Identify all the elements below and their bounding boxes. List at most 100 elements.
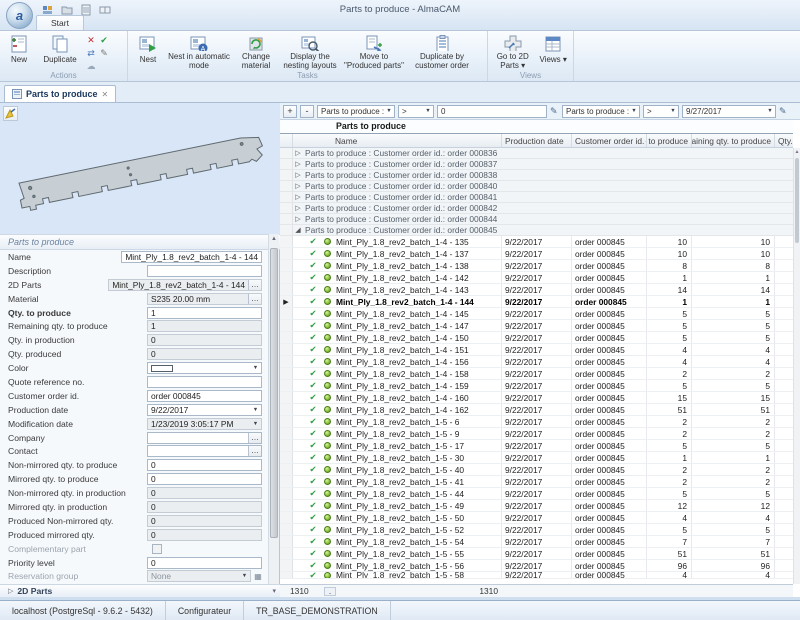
- ellipsis-button[interactable]: …: [248, 280, 261, 290]
- filter-field1-select[interactable]: Parts to produce : Re...▼: [317, 105, 395, 118]
- field-modification-date[interactable]: 1/23/2019 3:05:17 PM▼: [147, 418, 262, 430]
- chevron-down-icon[interactable]: ▼: [250, 365, 261, 371]
- field-production-date[interactable]: 9/22/2017▼: [147, 404, 262, 416]
- group-row[interactable]: ◢Parts to produce : Customer order id.: …: [280, 225, 793, 236]
- table-row[interactable]: ▶✔Mint_Ply_1.8_rev2_batch_1-4 - 1449/22/…: [280, 296, 793, 308]
- table-row[interactable]: ✔Mint_Ply_1.8_rev2_batch_1-5 - 179/22/20…: [280, 440, 793, 452]
- table-row[interactable]: ✔Mint_Ply_1.8_rev2_batch_1-5 - 419/22/20…: [280, 476, 793, 488]
- column-header-qty-to-produce[interactable]: Qty. to produce: [647, 134, 692, 147]
- scroll-up-icon[interactable]: ▲: [269, 234, 279, 244]
- table-row[interactable]: ✔Mint_Ply_1.8_rev2_batch_1-4 - 1569/22/2…: [280, 356, 793, 368]
- move-to-produced-parts-button[interactable]: Move to "Produced parts": [341, 33, 407, 71]
- grid-scroll-thumb[interactable]: [795, 158, 799, 243]
- field-2d-parts[interactable]: Mint_Ply_1.8_rev2_batch_1-4 - 144…: [108, 279, 262, 291]
- filter-op2-select[interactable]: >▼: [643, 105, 679, 118]
- table-row[interactable]: ✔Mint_Ply_1.8_rev2_batch_1-5 - 549/22/20…: [280, 536, 793, 548]
- table-row[interactable]: ✔Mint_Ply_1.8_rev2_batch_1-5 - 99/22/201…: [280, 428, 793, 440]
- table-row[interactable]: ✔Mint_Ply_1.8_rev2_batch_1-5 - 309/22/20…: [280, 452, 793, 464]
- table-row[interactable]: ✔Mint_Ply_1.8_rev2_batch_1-5 - 589/22/20…: [280, 572, 793, 579]
- preview-edit-button[interactable]: [3, 106, 18, 121]
- field-description[interactable]: [147, 265, 262, 277]
- filter-op1-select[interactable]: >▼: [398, 105, 434, 118]
- table-row[interactable]: ✔Mint_Ply_1.8_rev2_batch_1-4 - 1429/22/2…: [280, 272, 793, 284]
- remove-filter-button[interactable]: -: [300, 105, 314, 118]
- edit-icon[interactable]: ✎: [98, 48, 110, 60]
- refresh-icon[interactable]: ⇄: [85, 48, 97, 60]
- field-priority-level[interactable]: 0: [147, 557, 262, 569]
- table-row[interactable]: ✔Mint_Ply_1.8_rev2_batch_1-5 - 559/22/20…: [280, 548, 793, 560]
- field-company[interactable]: …: [147, 432, 262, 444]
- edit-filter2-icon[interactable]: ✎: [779, 106, 788, 117]
- ellipsis-button[interactable]: …: [248, 294, 261, 304]
- expand-icon[interactable]: ▷: [293, 204, 303, 212]
- ellipsis-button[interactable]: …: [248, 433, 261, 443]
- filter-value1-input[interactable]: 0: [437, 105, 547, 118]
- table-row[interactable]: ✔Mint_Ply_1.8_rev2_batch_1-4 - 1629/22/2…: [280, 404, 793, 416]
- group-row[interactable]: ▷Parts to produce : Customer order id.: …: [280, 214, 793, 225]
- form-scroll-thumb[interactable]: [270, 248, 278, 538]
- scroll-up-icon[interactable]: ▲: [794, 148, 800, 156]
- close-tab-icon[interactable]: ✕: [102, 90, 109, 99]
- group-row[interactable]: ▷Parts to produce : Customer order id.: …: [280, 181, 793, 192]
- delete-icon[interactable]: ✕: [85, 35, 97, 47]
- column-header-production-date[interactable]: Production date: [502, 134, 572, 147]
- field-reservation-group[interactable]: None▼: [147, 570, 251, 582]
- field-name[interactable]: Mint_Ply_1.8_rev2_batch_1-4 - 144: [121, 251, 262, 263]
- group-row[interactable]: ▷Parts to produce : Customer order id.: …: [280, 170, 793, 181]
- tab-parts-to-produce[interactable]: Parts to produce ✕: [4, 85, 116, 102]
- table-row[interactable]: ✔Mint_Ply_1.8_rev2_batch_1-4 - 1459/22/2…: [280, 308, 793, 320]
- table-row[interactable]: ✔Mint_Ply_1.8_rev2_batch_1-5 - 499/22/20…: [280, 500, 793, 512]
- ribbon-tab-start[interactable]: Start: [36, 15, 84, 30]
- field-non-mirrored-qty-to-produce[interactable]: 0: [147, 459, 262, 471]
- expand-icon[interactable]: ▷: [293, 215, 303, 223]
- duplicate-by-customer-order-button[interactable]: Duplicate by customer order: [409, 33, 475, 71]
- expand-icon[interactable]: ▷: [293, 149, 303, 157]
- column-header-customer-order-id[interactable]: Customer order id.▲: [572, 134, 647, 147]
- chevron-down-icon[interactable]: ▼: [629, 108, 639, 114]
- form-scrollbar[interactable]: ▲: [268, 234, 279, 584]
- filter-field2-select[interactable]: Parts to produce : Mo...▼: [562, 105, 640, 118]
- duplicate-button[interactable]: Duplicate: [37, 33, 83, 71]
- table-row[interactable]: ✔Mint_Ply_1.8_rev2_batch_1-5 - 569/22/20…: [280, 560, 793, 572]
- table-row[interactable]: ✔Mint_Ply_1.8_rev2_batch_1-4 - 1389/22/2…: [280, 260, 793, 272]
- group-row[interactable]: ▷Parts to produce : Customer order id.: …: [280, 148, 793, 159]
- expand-icon[interactable]: ▷: [8, 587, 13, 595]
- expand-icon[interactable]: ▷: [293, 160, 303, 168]
- chevron-down-icon[interactable]: ▼: [250, 421, 261, 427]
- field-quote-reference-no-[interactable]: [147, 376, 262, 388]
- group-row[interactable]: ▷Parts to produce : Customer order id.: …: [280, 159, 793, 170]
- table-row[interactable]: ✔Mint_Ply_1.8_rev2_batch_1-5 - 449/22/20…: [280, 488, 793, 500]
- display-nesting-layouts-button[interactable]: Display the nesting layouts: [281, 33, 339, 71]
- table-row[interactable]: ✔Mint_Ply_1.8_rev2_batch_1-5 - 409/22/20…: [280, 464, 793, 476]
- table-row[interactable]: ✔Mint_Ply_1.8_rev2_batch_1-4 - 1589/22/2…: [280, 368, 793, 380]
- chevron-down-icon[interactable]: ▾: [272, 587, 276, 595]
- add-filter-button[interactable]: +: [283, 105, 297, 118]
- column-header-qty-in[interactable]: Qty. in: [775, 134, 793, 147]
- collapse-icon[interactable]: ◢: [293, 226, 303, 234]
- chevron-down-icon[interactable]: ▼: [423, 108, 433, 114]
- checkbox-complementary-part[interactable]: [152, 544, 162, 554]
- chevron-down-icon[interactable]: ▼: [384, 108, 394, 114]
- table-row[interactable]: ✔Mint_Ply_1.8_rev2_batch_1-4 - 1439/22/2…: [280, 284, 793, 296]
- table-row[interactable]: ✔Mint_Ply_1.8_rev2_batch_1-4 - 1379/22/2…: [280, 248, 793, 260]
- chevron-down-icon[interactable]: ▼: [765, 108, 775, 114]
- table-row[interactable]: ✔Mint_Ply_1.8_rev2_batch_1-5 - 69/22/201…: [280, 416, 793, 428]
- chevron-down-icon[interactable]: ▼: [668, 108, 678, 114]
- expand-icon[interactable]: ▷: [293, 171, 303, 179]
- table-row[interactable]: ✔Mint_Ply_1.8_rev2_batch_1-4 - 1599/22/2…: [280, 380, 793, 392]
- reservation-group-icon[interactable]: ▦: [252, 571, 264, 582]
- table-row[interactable]: ✔Mint_Ply_1.8_rev2_batch_1-4 - 1359/22/2…: [280, 236, 793, 248]
- chevron-down-icon[interactable]: ▼: [250, 407, 261, 413]
- change-material-button[interactable]: Change material: [233, 33, 279, 71]
- table-row[interactable]: ✔Mint_Ply_1.8_rev2_batch_1-4 - 1509/22/2…: [280, 332, 793, 344]
- field-mirrored-qty-to-produce[interactable]: 0: [147, 473, 262, 485]
- column-header-remaining-qty[interactable]: Remaining qty. to produce: [692, 134, 775, 147]
- field-customer-order-id-[interactable]: order 000845: [147, 390, 262, 402]
- table-row[interactable]: ✔Mint_Ply_1.8_rev2_batch_1-4 - 1519/22/2…: [280, 344, 793, 356]
- filter-value2-select[interactable]: 9/27/2017▼: [682, 105, 776, 118]
- validate-icon[interactable]: ✔: [98, 35, 110, 47]
- expand-icon[interactable]: ▷: [293, 193, 303, 201]
- table-row[interactable]: ✔Mint_Ply_1.8_rev2_batch_1-5 - 529/22/20…: [280, 524, 793, 536]
- table-row[interactable]: ✔Mint_Ply_1.8_rev2_batch_1-5 - 509/22/20…: [280, 512, 793, 524]
- grid-scrollbar[interactable]: ▲: [793, 148, 800, 584]
